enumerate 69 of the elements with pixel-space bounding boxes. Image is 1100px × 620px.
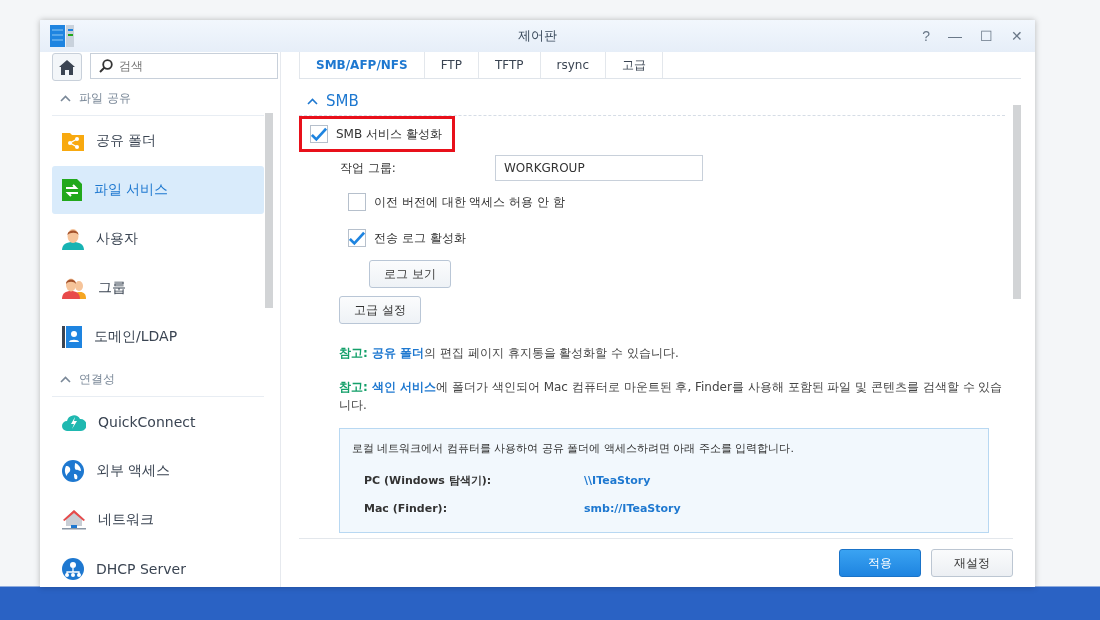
tab[interactable]: rsync bbox=[540, 52, 607, 78]
window-title: 제어판 bbox=[518, 27, 557, 45]
checkbox[interactable] bbox=[310, 125, 328, 143]
section-title: 연결성 bbox=[79, 370, 115, 388]
search-field[interactable]: 검색 bbox=[90, 53, 278, 79]
app-icon bbox=[50, 25, 74, 47]
section-header[interactable]: SMB bbox=[299, 87, 1005, 116]
user-icon bbox=[62, 228, 84, 250]
maximize-button[interactable]: ☐ bbox=[978, 28, 995, 44]
note-text: 참고: 색인 서비스에 폴더가 색인되어 Mac 컴퓨터로 마운트된 후, Finder를 사용해 포함된 파일 및 콘텐츠를 검색할 수 있습니다. bbox=[339, 379, 1004, 414]
section-title: 파일 공유 bbox=[79, 89, 131, 107]
sidebar-item[interactable]: DHCP Server bbox=[52, 545, 264, 587]
sidebar-section-header[interactable]: 연결성 bbox=[52, 362, 264, 397]
checkbox-label: SMB 서비스 활성화 bbox=[336, 125, 442, 143]
input-field[interactable]: WORKGROUP bbox=[495, 155, 703, 181]
checkbox[interactable] bbox=[348, 193, 366, 211]
sidebar-item[interactable]: 파일 서비스 bbox=[52, 166, 264, 214]
globe-icon bbox=[62, 460, 84, 482]
note-link[interactable]: 공유 폴더 bbox=[372, 346, 425, 360]
chevron-up-icon bbox=[60, 375, 71, 383]
address-value: \\ITeaStory bbox=[584, 473, 652, 487]
tab[interactable]: SMB/AFP/NFS bbox=[299, 52, 425, 78]
checkbox-label: 이전 버전에 대한 액세스 허용 안 함 bbox=[374, 193, 565, 211]
chevron-up-icon bbox=[307, 97, 318, 105]
note-text: 참고: 공유 폴더의 편집 페이지 휴지통을 활성화할 수 있습니다. bbox=[339, 345, 680, 362]
search-icon bbox=[99, 59, 113, 73]
checkmark-icon bbox=[349, 230, 365, 246]
address-label: Mac (Finder): bbox=[364, 501, 449, 515]
checkbox[interactable] bbox=[348, 229, 366, 247]
checkbox-row[interactable]: 이전 버전에 대한 액세스 허용 안 함 bbox=[299, 184, 578, 220]
shared-folder-icon bbox=[62, 131, 84, 151]
sidebar-item[interactable]: 사용자 bbox=[52, 215, 264, 263]
scrollbar[interactable] bbox=[1013, 105, 1021, 299]
checkbox-row[interactable]: 전송 로그 활성화 bbox=[299, 220, 479, 256]
field-label: 작업 그룹: bbox=[340, 159, 397, 177]
sidebar-item[interactable]: 공유 폴더 bbox=[52, 117, 264, 165]
tab[interactable]: TFTP bbox=[478, 52, 541, 78]
address-value: smb://ITeaStory bbox=[584, 501, 682, 515]
help-button[interactable]: ? bbox=[920, 28, 932, 44]
reset-button[interactable]: 재설정 bbox=[931, 549, 1013, 577]
tab[interactable]: FTP bbox=[424, 52, 479, 78]
home-button[interactable] bbox=[52, 53, 82, 81]
network-tree-icon bbox=[62, 558, 84, 580]
scrollbar[interactable] bbox=[265, 113, 273, 308]
sidebar-item[interactable]: 네트워크 bbox=[52, 496, 264, 544]
note-link[interactable]: 색인 서비스 bbox=[372, 380, 437, 394]
sidebar-item[interactable]: 도메인/LDAP bbox=[52, 313, 264, 361]
sidebar-section-header[interactable]: 파일 공유 bbox=[52, 81, 264, 116]
close-button[interactable]: ✕ bbox=[1009, 28, 1025, 44]
cloud-icon bbox=[62, 413, 86, 431]
address-label: PC (Windows 탐색기): bbox=[364, 472, 493, 488]
checkmark-icon bbox=[311, 126, 327, 142]
action-button[interactable]: 고급 설정 bbox=[339, 296, 421, 324]
tab[interactable]: 고급 bbox=[606, 52, 664, 78]
sidebar-item[interactable]: 그룹 bbox=[52, 264, 264, 312]
checkbox-label: 전송 로그 활성화 bbox=[374, 229, 466, 247]
highlighted-checkbox-row[interactable]: SMB 서비스 활성화 bbox=[299, 116, 455, 152]
sidebar-item[interactable]: QuickConnect bbox=[52, 398, 264, 446]
minimize-button[interactable]: — bbox=[946, 28, 964, 44]
directory-icon bbox=[62, 326, 82, 348]
house-network-icon bbox=[62, 509, 86, 531]
action-button[interactable]: 로그 보기 bbox=[369, 260, 451, 288]
home-icon bbox=[59, 59, 75, 75]
group-icon bbox=[62, 277, 86, 299]
sidebar-item[interactable]: 외부 액세스 bbox=[52, 447, 264, 495]
file-transfer-icon bbox=[62, 179, 82, 201]
info-text: 로컬 네트워크에서 컴퓨터를 사용하여 공유 폴더에 액세스하려면 아래 주소를 입력합니다. bbox=[351, 441, 795, 456]
section-title: SMB bbox=[326, 92, 359, 110]
chevron-up-icon bbox=[60, 94, 71, 102]
